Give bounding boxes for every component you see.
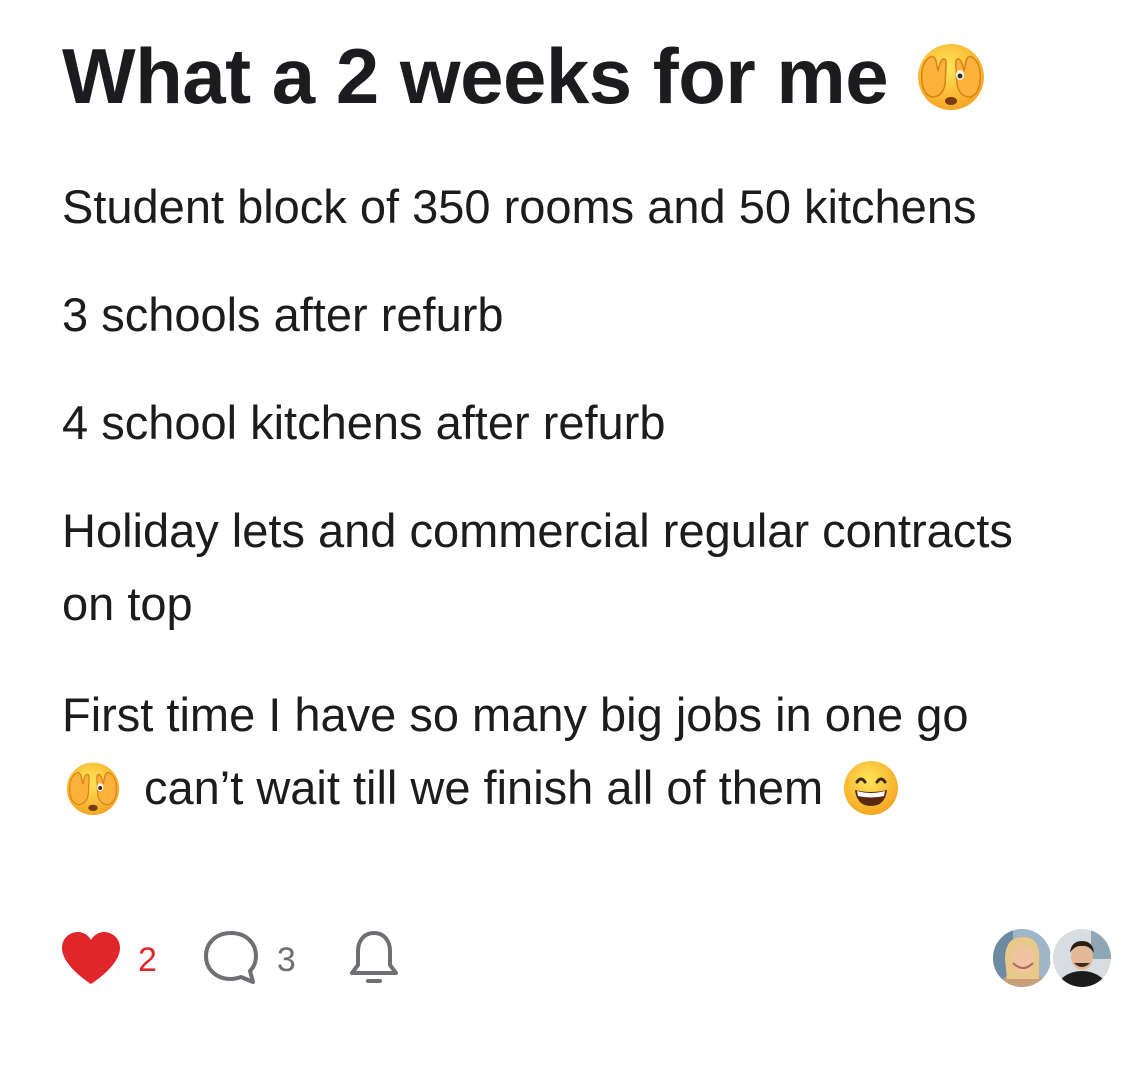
avatar[interactable]	[1050, 926, 1114, 990]
like-button[interactable]: 2	[60, 930, 157, 991]
bell-icon	[346, 927, 402, 994]
participant-avatars[interactable]	[990, 926, 1114, 990]
peeking-eye-emoji-icon	[62, 757, 124, 819]
post-title: What a 2 weeks for me	[62, 32, 889, 120]
paragraph-student-block: Student block of 350 rooms and 50 kitche…	[62, 180, 977, 233]
avatar[interactable]	[990, 926, 1054, 990]
comment-bubble-icon	[201, 928, 261, 993]
post: What a 2 weeks for me Student block of 3…	[62, 30, 1122, 815]
heart-icon	[60, 930, 122, 991]
paragraph-line: on top	[62, 577, 193, 630]
paragraph-schools: 3 schools after refurb	[62, 288, 504, 341]
peeking-eye-emoji-icon	[912, 37, 990, 115]
grinning-emoji-icon	[841, 758, 901, 818]
paragraph-line-with-emojis: can’t wait till we finish all of them	[62, 751, 969, 824]
paragraph-line: Holiday lets and commercial regular cont…	[62, 504, 1013, 557]
paragraph-line: First time I have so many big jobs in on…	[62, 688, 969, 741]
subscribe-button[interactable]	[346, 927, 402, 994]
paragraph-holiday-lets: Holiday lets and commercial regular cont…	[62, 494, 1013, 640]
comment-button[interactable]: 3	[201, 928, 296, 993]
paragraph-big-jobs: First time I have so many big jobs in on…	[62, 678, 969, 824]
post-actions-bar: 2 3	[60, 926, 1120, 994]
comment-count: 3	[276, 940, 296, 979]
post-title-row: What a 2 weeks for me	[62, 30, 1122, 122]
paragraph-line-text: can’t wait till we finish all of them	[144, 761, 824, 814]
paragraph-school-kitchens: 4 school kitchens after refurb	[62, 396, 666, 449]
like-count: 2	[138, 940, 157, 979]
